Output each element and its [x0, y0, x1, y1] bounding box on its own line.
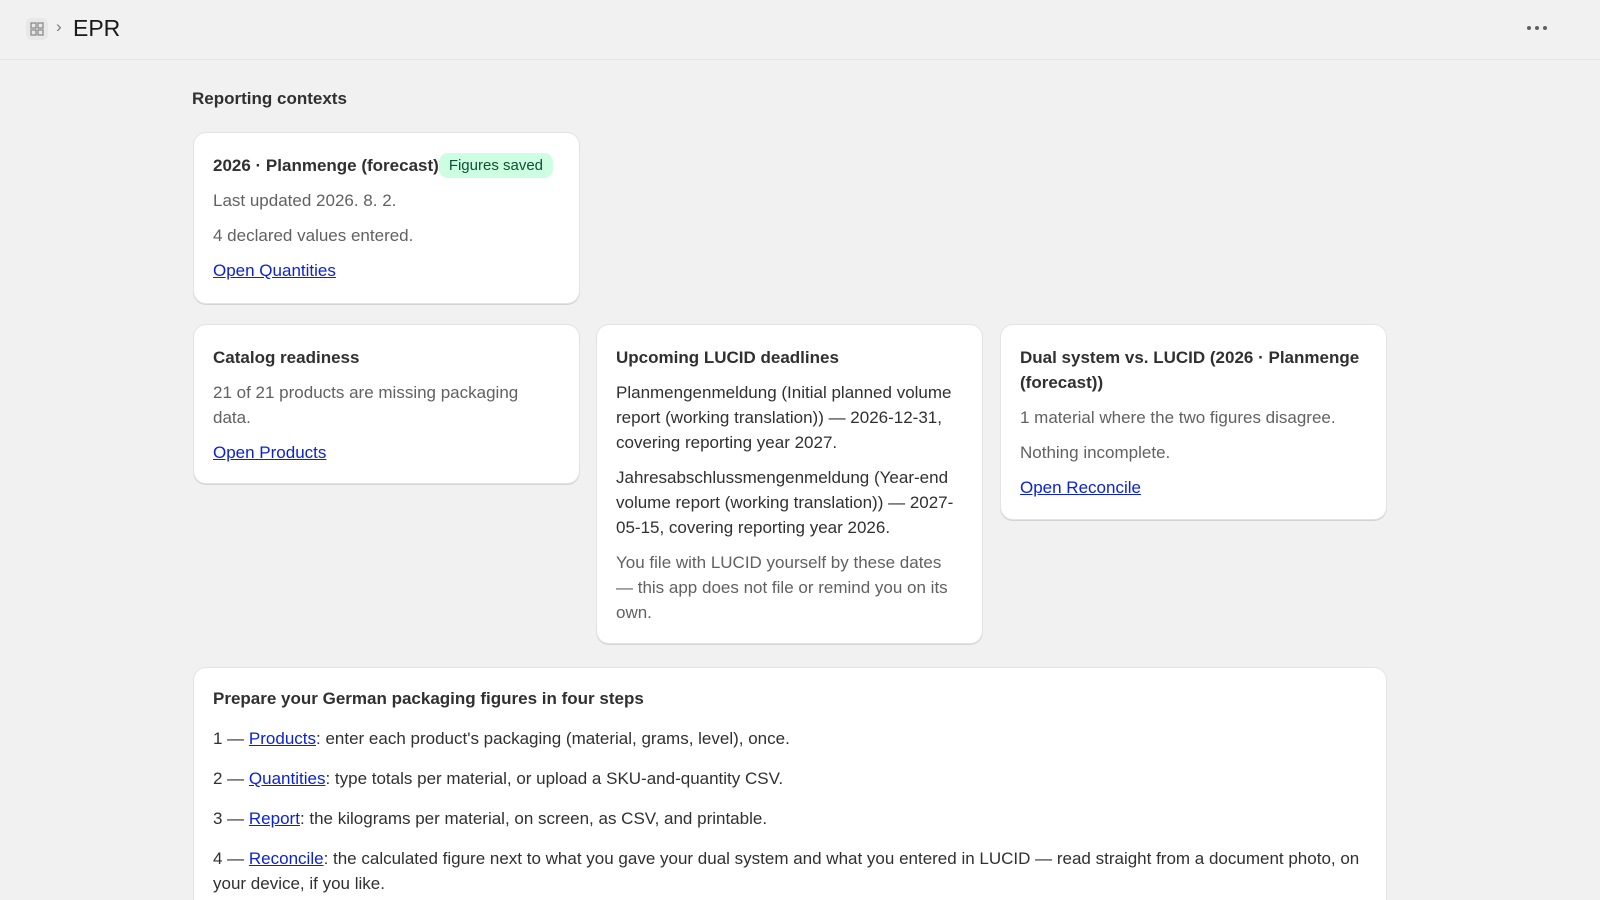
reporting-context-card: 2026 · Planmenge (forecast) Figures saved…	[194, 133, 579, 303]
dual-title: Dual system vs. LUCID (2026 · Planmenge …	[1020, 348, 1360, 392]
lucid-deadlines-card: Upcoming LUCID deadlines Planmengenmeldu…	[597, 325, 982, 643]
reconcile-link[interactable]: Reconcile	[249, 849, 324, 868]
chevron-right-icon: ›	[56, 17, 62, 36]
quantities-link[interactable]: Quantities	[249, 769, 326, 788]
steps-card: Prepare your German packaging figures in…	[194, 668, 1386, 900]
step-item: 4 — Reconcile: the calculated figure nex…	[213, 849, 1360, 893]
deadline-item: Planmengenmeldung (Initial planned volum…	[616, 383, 952, 452]
context-title: 2026 · Planmenge (forecast)	[213, 156, 439, 175]
section-title: Reporting contexts	[192, 89, 347, 108]
steps-title: Prepare your German packaging figures in…	[213, 689, 644, 708]
last-updated-text: Last updated 2026. 8. 2.	[213, 191, 397, 210]
step-item: 2 — Quantities: type totals per material…	[213, 769, 784, 788]
more-actions-button[interactable]	[1522, 16, 1552, 40]
open-reconcile-link[interactable]: Open Reconcile	[1020, 478, 1141, 497]
top-bar: › EPR	[0, 0, 1600, 60]
step-item: 3 — Report: the kilograms per material, …	[213, 809, 768, 828]
declared-values-text: 4 declared values entered.	[213, 226, 414, 245]
ellipsis-icon	[1527, 26, 1547, 30]
products-link[interactable]: Products	[249, 729, 316, 748]
disagree-text: 1 material where the two figures disagre…	[1020, 408, 1336, 427]
catalog-readiness-card: Catalog readiness 21 of 21 products are …	[194, 325, 579, 483]
deadline-item: Jahresabschlussmengenmeldung (Year-end v…	[616, 468, 954, 537]
incomplete-text: Nothing incomplete.	[1020, 443, 1171, 462]
report-link[interactable]: Report	[249, 809, 300, 828]
dual-system-card: Dual system vs. LUCID (2026 · Planmenge …	[1001, 325, 1386, 519]
catalog-title: Catalog readiness	[213, 348, 360, 367]
deadlines-title: Upcoming LUCID deadlines	[616, 348, 839, 367]
catalog-text: 21 of 21 products are missing packaging …	[213, 383, 519, 427]
page-title: EPR	[73, 15, 121, 41]
open-products-link[interactable]: Open Products	[213, 443, 326, 462]
deadlines-note: You file with LUCID yourself by these da…	[616, 553, 948, 622]
status-badge: Figures saved	[438, 153, 554, 178]
apps-grid-icon[interactable]	[26, 18, 48, 40]
step-item: 1 — Products: enter each product's packa…	[213, 729, 790, 748]
open-quantities-link[interactable]: Open Quantities	[213, 261, 336, 280]
